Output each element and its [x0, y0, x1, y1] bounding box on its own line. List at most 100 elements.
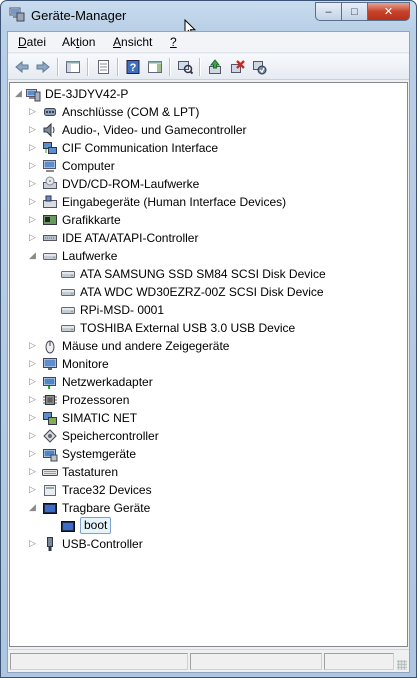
expand-arrow-icon[interactable]: ▷ [28, 449, 37, 458]
expand-arrow-icon[interactable]: ▷ [28, 197, 37, 206]
disable-button[interactable] [249, 57, 269, 77]
tree-node-label: USB-Controller [62, 537, 143, 551]
status-panel-main [10, 653, 188, 670]
tree-device[interactable]: RPi-MSD- 0001 [10, 301, 406, 319]
keyboard-icon [42, 469, 58, 476]
tree-category[interactable]: ▷ Tastaturen [10, 463, 406, 481]
tree-node-label: Tastaturen [62, 465, 119, 479]
tree-category[interactable]: ▷ Audio-, Video- und Gamecontroller [10, 121, 406, 139]
tree-device[interactable]: boot [10, 517, 406, 535]
expand-arrow-icon[interactable]: ▷ [28, 107, 37, 116]
expand-arrow-icon[interactable]: ▷ [28, 377, 37, 386]
tree-node-label: Audio-, Video- und Gamecontroller [62, 123, 247, 137]
expand-arrow-icon[interactable]: ▷ [28, 341, 37, 350]
status-bar [8, 649, 409, 672]
tree-root-label: DE-3JDYV42-P [45, 87, 129, 101]
tree-category[interactable]: ▷ Computer [10, 157, 406, 175]
display-adapter-icon [43, 215, 57, 225]
uninstall-button[interactable] [227, 57, 247, 77]
tree-category[interactable]: ▷ Monitore [10, 355, 406, 373]
collapse-arrow-icon[interactable]: ◢ [14, 89, 23, 98]
update-driver-button[interactable] [205, 57, 225, 77]
scan-hardware-button[interactable] [175, 57, 195, 77]
tree-node-label: CIF Communication Interface [62, 141, 219, 155]
menu-datei[interactable]: Datei [18, 35, 46, 49]
expand-arrow-icon[interactable]: ▷ [28, 233, 37, 242]
properties-icon [98, 60, 109, 74]
usb-icon [47, 537, 53, 551]
expand-arrow-icon[interactable]: ▷ [28, 431, 37, 440]
tree-category[interactable]: ◢ Laufwerke [10, 247, 406, 265]
tree-category[interactable]: ▷ Grafikkarte [10, 211, 406, 229]
menu-aktion[interactable]: Aktion [62, 35, 95, 49]
monitor-icon [43, 358, 57, 370]
computer-icon [26, 89, 41, 102]
tree-category[interactable]: ◢ Tragbare Geräte [10, 499, 406, 517]
expand-arrow-icon[interactable]: ▷ [28, 539, 37, 548]
tree-node-label: Eingabegeräte (Human Interface Devices) [62, 195, 287, 209]
tree-category[interactable]: ▷ Systemgeräte [10, 445, 406, 463]
tree-device[interactable]: ATA WDC WD30EZRZ-00Z SCSI Disk Device [10, 283, 406, 301]
close-button[interactable]: ✕ [367, 2, 410, 21]
speaker-icon [43, 122, 55, 138]
collapse-arrow-icon[interactable]: ◢ [28, 251, 37, 260]
expand-arrow-icon[interactable]: ▷ [28, 161, 37, 170]
tree-category[interactable]: ▷ Eingabegeräte (Human Interface Devices) [10, 193, 406, 211]
expand-arrow-icon[interactable]: ▷ [28, 413, 37, 422]
tree-node-label: DVD/CD-ROM-Laufwerke [62, 177, 200, 191]
tree-category[interactable]: ▷ Anschlüsse (COM & LPT) [10, 103, 406, 121]
dvd-drive-icon [43, 176, 57, 189]
tree-node-label: Systemgeräte [62, 447, 137, 461]
properties-button[interactable] [93, 57, 113, 77]
tree-root[interactable]: ◢ DE-3JDYV42-P [10, 85, 406, 103]
resize-grip[interactable] [397, 660, 407, 670]
tree-category[interactable]: ▷ USB-Controller [10, 535, 406, 553]
tree-category[interactable]: ▷ IDE ATA/ATAPI-Controller [10, 229, 406, 247]
collapse-arrow-icon[interactable]: ◢ [28, 503, 37, 512]
update-driver-icon [209, 59, 221, 74]
expand-arrow-icon[interactable]: ▷ [28, 179, 37, 188]
disk-drive-icon [61, 289, 75, 296]
help-button[interactable]: ? [123, 57, 143, 77]
tree-node-label: Trace32 Devices [62, 483, 152, 497]
portable-device-icon [61, 521, 75, 532]
menu-help[interactable]: ? [170, 35, 177, 49]
tree-node-label: RPi-MSD- 0001 [80, 303, 165, 317]
status-panel-middle [190, 653, 322, 670]
tree-node-label: ATA WDC WD30EZRZ-00Z SCSI Disk Device [80, 285, 324, 299]
tree-device[interactable]: ATA SAMSUNG SSD SM84 SCSI Disk Device [10, 265, 406, 283]
expand-arrow-icon[interactable]: ▷ [28, 485, 37, 494]
tree-category[interactable]: ▷ Netzwerkadapter [10, 373, 406, 391]
tree-category[interactable]: ▷ Mäuse und andere Zeigegeräte [10, 337, 406, 355]
tree-category[interactable]: ▷ SIMATIC NET [10, 409, 406, 427]
expand-arrow-icon[interactable]: ▷ [28, 125, 37, 134]
title-bar[interactable]: Geräte-Manager ‒ □ ✕ [1, 1, 416, 29]
forward-button[interactable] [33, 57, 53, 77]
expand-arrow-icon[interactable]: ▷ [28, 359, 37, 368]
tree-node-label: Anschlüsse (COM & LPT) [62, 105, 200, 119]
tree-node-label: boot [80, 517, 112, 534]
toolbar: ? [8, 54, 409, 80]
maximize-button[interactable]: □ [341, 2, 367, 21]
menu-ansicht[interactable]: Ansicht [113, 35, 152, 49]
tree-category[interactable]: ▷ Trace32 Devices [10, 481, 406, 499]
show-hide-tree-button[interactable] [63, 57, 83, 77]
expand-arrow-icon[interactable]: ▷ [28, 143, 37, 152]
tree-category[interactable]: ▷ Speichercontroller [10, 427, 406, 445]
tree-category[interactable]: ▷ CIF Communication Interface [10, 139, 406, 157]
tree-device[interactable]: TOSHIBA External USB 3.0 USB Device [10, 319, 406, 337]
tree-node-label: ATA SAMSUNG SSD SM84 SCSI Disk Device [80, 267, 326, 281]
tree-category[interactable]: ▷ DVD/CD-ROM-Laufwerke [10, 175, 406, 193]
minimize-button[interactable]: ‒ [315, 2, 341, 21]
tree-node-label: IDE ATA/ATAPI-Controller [62, 231, 199, 245]
expand-arrow-icon[interactable]: ▷ [28, 467, 37, 476]
back-button[interactable] [12, 57, 32, 77]
tree-category[interactable]: ▷ Prozessoren [10, 391, 406, 409]
device-tree[interactable]: ◢ DE-3JDYV42-P ▷ Anschlüsse (COM & LPT) ▷ A… [9, 82, 408, 647]
tree-node-label: TOSHIBA External USB 3.0 USB Device [80, 321, 296, 335]
tree-node-label: Tragbare Geräte [62, 501, 151, 515]
expand-arrow-icon[interactable]: ▷ [28, 395, 37, 404]
action-pane-button[interactable] [145, 57, 165, 77]
disk-drive-icon [61, 307, 75, 314]
expand-arrow-icon[interactable]: ▷ [28, 215, 37, 224]
